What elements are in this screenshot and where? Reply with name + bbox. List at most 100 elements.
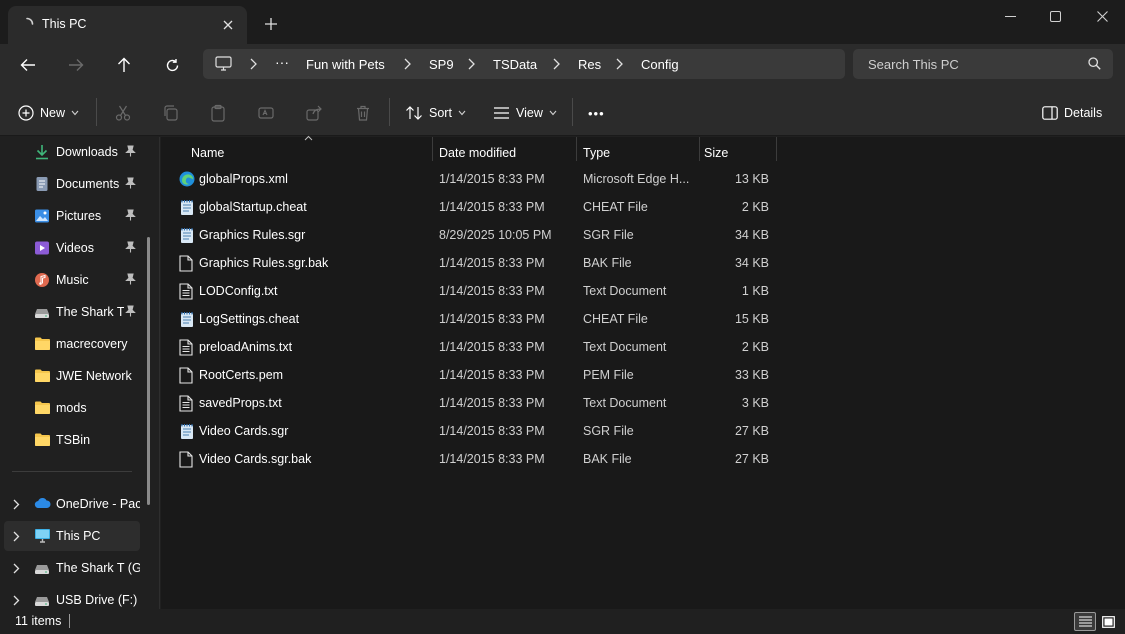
delete-button[interactable] xyxy=(354,100,372,126)
sort-icon xyxy=(405,105,423,121)
text-file-icon xyxy=(179,395,193,412)
drive-icon xyxy=(34,560,50,576)
paste-button[interactable] xyxy=(209,100,227,126)
close-icon xyxy=(1096,10,1108,22)
file-name: Graphics Rules.sgr.bak xyxy=(199,256,329,270)
breadcrumb-item[interactable]: Fun with Pets xyxy=(306,57,385,72)
chevron-right-icon[interactable] xyxy=(13,595,20,606)
up-button[interactable] xyxy=(110,52,138,78)
file-row[interactable]: RootCerts.pem 1/14/2015 8:33 PM PEM File 33… xyxy=(173,361,777,389)
file-name: Video Cards.sgr.bak xyxy=(199,452,312,466)
column-header-date[interactable]: Date modified xyxy=(433,141,576,165)
file-row[interactable]: savedProps.txt 1/14/2015 8:33 PM Text Docu… xyxy=(173,389,777,417)
chevron-right-icon[interactable] xyxy=(13,563,20,574)
sidebar-item-jwe-network[interactable]: JWE Network xyxy=(4,361,140,391)
file-date: 1/14/2015 8:33 PM xyxy=(439,284,545,298)
sidebar-item-onedrive[interactable]: OneDrive - Pace xyxy=(4,489,140,519)
view-button[interactable]: View xyxy=(493,100,557,126)
back-button[interactable] xyxy=(14,52,42,78)
chevron-right-icon xyxy=(249,58,257,70)
file-row[interactable]: Graphics Rules.sgr.bak 1/14/2015 8:33 PM B… xyxy=(173,249,777,277)
videos-icon xyxy=(34,240,50,256)
file-row[interactable]: Video Cards.sgr.bak 1/14/2015 8:33 PM BAK … xyxy=(173,445,777,473)
maximize-button[interactable] xyxy=(1032,0,1078,32)
close-tab-icon[interactable] xyxy=(219,16,237,34)
command-bar: New Sort View ••• Details xyxy=(0,88,1125,136)
copy-icon xyxy=(162,104,180,122)
search-input[interactable]: Search This PC xyxy=(868,57,959,72)
file-row[interactable]: Video Cards.sgr 1/14/2015 8:33 PM SGR File… xyxy=(173,417,777,445)
cut-button[interactable] xyxy=(114,100,132,126)
details-view-toggle[interactable] xyxy=(1074,612,1096,631)
column-header-size[interactable]: Size xyxy=(700,141,776,165)
sidebar-item-this-pc[interactable]: This PC xyxy=(4,521,140,551)
file-row[interactable]: globalProps.xml 1/14/2015 8:33 PM Microsof… xyxy=(173,165,777,193)
forward-button[interactable] xyxy=(62,52,90,78)
file-row[interactable]: LogSettings.cheat 1/14/2015 8:33 PM CHEAT … xyxy=(173,305,777,333)
sidebar-item-pictures[interactable]: Pictures xyxy=(4,201,140,231)
monitor-icon xyxy=(215,56,232,71)
chevron-right-icon xyxy=(615,58,623,70)
sidebar-item-tsbin[interactable]: TSBin xyxy=(4,425,140,455)
toolbar-divider xyxy=(96,98,97,126)
more-options-button[interactable]: ••• xyxy=(588,100,605,126)
plus-icon xyxy=(265,18,277,30)
address-bar[interactable]: ··· Fun with Pets SP9 TSData Res Config xyxy=(203,49,845,79)
details-view-icon xyxy=(1078,616,1092,627)
column-header-type[interactable]: Type xyxy=(577,141,700,165)
details-pane-icon xyxy=(1042,106,1058,120)
file-row[interactable]: preloadAnims.txt 1/14/2015 8:33 PM Text Do… xyxy=(173,333,777,361)
file-row[interactable]: LODConfig.txt 1/14/2015 8:33 PM Text Docum… xyxy=(173,277,777,305)
breadcrumb-item[interactable]: Res xyxy=(578,57,601,72)
breadcrumb-overflow[interactable]: ··· xyxy=(275,54,289,70)
sidebar-item-shark-drive[interactable]: The Shark T ( xyxy=(4,297,140,327)
chevron-right-icon[interactable] xyxy=(13,499,20,510)
sidebar-item-downloads[interactable]: Downloads xyxy=(4,137,140,167)
pin-icon xyxy=(125,241,136,253)
sort-button[interactable]: Sort xyxy=(405,100,466,126)
status-divider xyxy=(69,614,70,628)
new-button[interactable]: New xyxy=(18,100,79,126)
view-list-icon xyxy=(493,106,510,120)
search-box[interactable]: Search This PC xyxy=(853,49,1113,79)
breadcrumb-item[interactable]: TSData xyxy=(493,57,537,72)
file-size: 1 KB xyxy=(741,284,769,298)
chevron-right-icon xyxy=(467,58,475,70)
rename-button[interactable] xyxy=(257,100,275,126)
file-size: 34 KB xyxy=(734,256,769,270)
sidebar-item-label: The Shark T ( xyxy=(56,305,124,319)
file-size: 13 KB xyxy=(734,172,769,186)
share-button[interactable] xyxy=(305,100,323,126)
chevron-down-icon xyxy=(71,110,79,116)
sidebar-item-videos[interactable]: Videos xyxy=(4,233,140,263)
close-window-button[interactable] xyxy=(1079,0,1125,32)
column-divider[interactable] xyxy=(776,137,777,161)
minimize-button[interactable] xyxy=(987,0,1033,32)
refresh-button[interactable] xyxy=(158,52,186,78)
sidebar-item-shark-drive-g[interactable]: The Shark T (G:) xyxy=(4,553,140,583)
sidebar-item-mods[interactable]: mods xyxy=(4,393,140,423)
file-date: 1/14/2015 8:33 PM xyxy=(439,200,545,214)
text-file-icon xyxy=(179,339,193,356)
navigation-pane: Downloads Documents Pictures Videos Musi… xyxy=(0,137,160,609)
tiles-view-toggle[interactable] xyxy=(1099,613,1117,630)
file-row[interactable]: Graphics Rules.sgr 8/29/2025 10:05 PM SGR … xyxy=(173,221,777,249)
copy-button[interactable] xyxy=(162,100,180,126)
sidebar-item-documents[interactable]: Documents xyxy=(4,169,140,199)
sidebar-item-music[interactable]: Music xyxy=(4,265,140,295)
file-row[interactable]: globalStartup.cheat 1/14/2015 8:33 PM CHEA… xyxy=(173,193,777,221)
sidebar-item-macrecovery[interactable]: macrecovery xyxy=(4,329,140,359)
refresh-icon xyxy=(166,58,178,71)
chevron-right-icon[interactable] xyxy=(13,531,20,542)
monitor-icon xyxy=(34,528,51,543)
details-pane-button[interactable]: Details xyxy=(1042,100,1102,126)
new-tab-button[interactable] xyxy=(261,14,281,34)
tab-this-pc[interactable]: This PC xyxy=(8,6,247,44)
column-header-name[interactable]: Name xyxy=(185,141,433,165)
download-icon xyxy=(34,144,50,160)
sidebar-divider xyxy=(12,471,132,472)
breadcrumb-current[interactable]: Config xyxy=(641,57,679,72)
sidebar-scrollbar[interactable] xyxy=(147,237,150,505)
notepad-icon xyxy=(179,311,195,328)
breadcrumb-item[interactable]: SP9 xyxy=(429,57,454,72)
